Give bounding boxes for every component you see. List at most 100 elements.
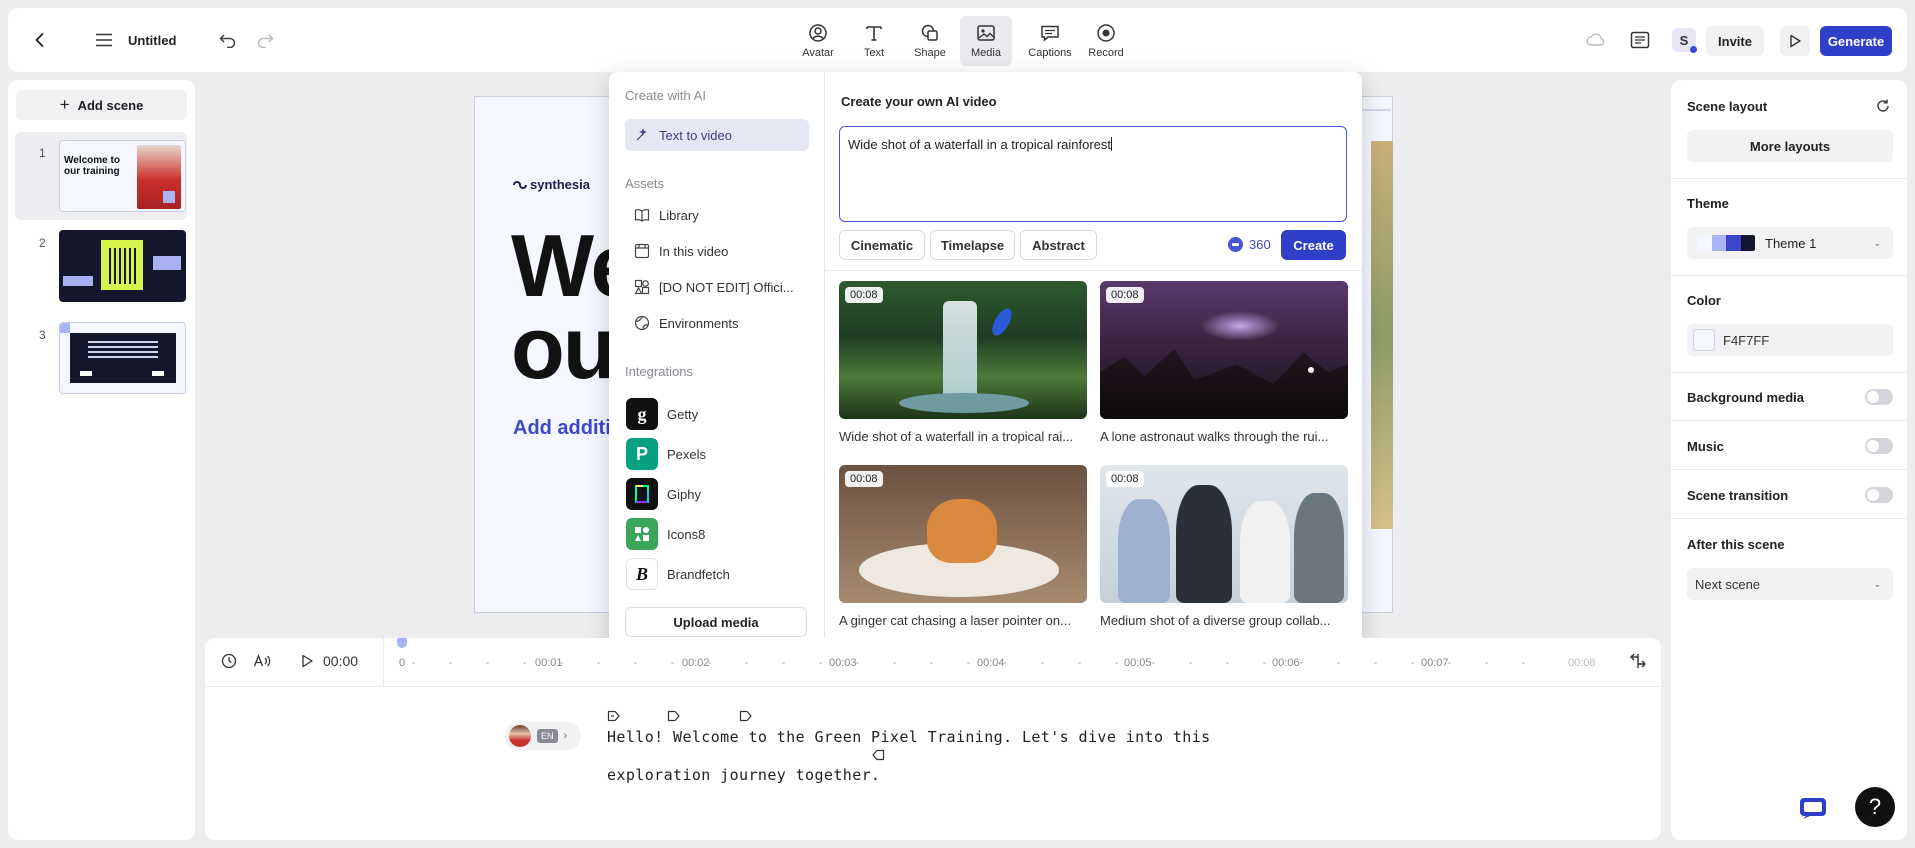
asset-official-folder[interactable]: [DO NOT EDIT] Offici... <box>625 271 809 303</box>
time-tick: 00:04 <box>977 657 1005 669</box>
video-result-caption: A lone astronaut walks through the rui..… <box>1100 429 1329 444</box>
menu-button[interactable] <box>92 28 116 52</box>
video-result-thumbnail[interactable]: 00:08 <box>839 465 1087 603</box>
project-title[interactable]: Untitled <box>128 33 176 48</box>
gesture-marker[interactable] <box>667 710 681 722</box>
reset-layout-button[interactable] <box>1875 98 1893 116</box>
scene-item-3[interactable] <box>59 322 186 394</box>
tool-shape-label: Shape <box>914 47 946 59</box>
tool-media[interactable]: Media <box>960 16 1012 66</box>
ruins <box>1100 348 1348 419</box>
divider <box>1671 178 1907 179</box>
video-result-thumbnail[interactable]: 00:08 <box>1100 281 1348 419</box>
asset-in-this-video[interactable]: In this video <box>625 235 809 267</box>
gesture-marker[interactable] <box>871 749 885 761</box>
chevron-down-icon: ⌄ <box>1873 237 1881 248</box>
person <box>1118 499 1170 603</box>
theme-select[interactable]: Theme 1 ⌄ <box>1687 227 1893 259</box>
integration-brandfetch[interactable]: B Brandfetch <box>626 558 730 590</box>
canvas-subtext[interactable]: Add additio <box>513 417 623 440</box>
brand-kit-icon <box>633 278 651 296</box>
gesture-marker[interactable] <box>607 710 621 722</box>
gesture-marker[interactable] <box>739 710 753 722</box>
time-ruler[interactable]: 0 00:01 00:02 00:03 00:04 00:05 00:06 00… <box>395 638 1605 686</box>
film-icon <box>633 242 651 260</box>
user-avatar[interactable]: S <box>1672 28 1697 53</box>
video-result-thumbnail[interactable]: 00:08 <box>839 281 1087 419</box>
tool-avatar[interactable]: Avatar <box>792 16 844 66</box>
back-button[interactable] <box>28 28 52 52</box>
ai-video-heading: Create your own AI video <box>841 94 997 109</box>
music-toggle[interactable] <box>1865 438 1893 454</box>
after-scene-select[interactable]: Next scene ⌄ <box>1687 568 1893 600</box>
asset-environments[interactable]: Environments <box>625 307 809 339</box>
script-line[interactable]: exploration journey together. <box>607 766 881 784</box>
credit-icon <box>1228 237 1243 252</box>
integration-label: Pexels <box>667 446 707 462</box>
presence-dot <box>1690 46 1697 53</box>
plus-icon: + <box>59 95 70 114</box>
style-chip-cinematic[interactable]: Cinematic <box>839 230 925 260</box>
time-tick: 00:07 <box>1421 657 1449 669</box>
properties-panel: Scene layout More layouts Theme Theme 1 … <box>1671 80 1907 840</box>
playhead[interactable] <box>397 638 407 648</box>
style-chip-abstract[interactable]: Abstract <box>1020 230 1097 260</box>
integration-icons8[interactable]: Icons8 <box>626 518 705 550</box>
scene-layout-title: Scene layout <box>1687 99 1768 114</box>
prompt-input[interactable]: Wide shot of a waterfall in a tropical r… <box>839 126 1347 222</box>
integration-giphy[interactable]: Giphy <box>626 478 701 510</box>
canvas-presenter-image[interactable] <box>1371 141 1393 529</box>
style-chip-timelapse[interactable]: Timelapse <box>930 230 1015 260</box>
tool-avatar-label: Avatar <box>802 47 834 59</box>
help-button[interactable]: ? <box>1855 787 1895 827</box>
integration-pexels[interactable]: P Pexels <box>626 438 706 470</box>
background-media-toggle[interactable] <box>1865 389 1893 405</box>
voice-settings-button[interactable] <box>253 653 271 669</box>
scene-thumbnail[interactable]: Welcome to our training <box>59 140 186 212</box>
generate-button[interactable]: Generate <box>1820 26 1892 56</box>
sync-status <box>1584 28 1608 52</box>
upload-media-button[interactable]: Upload media <box>625 607 807 637</box>
time-tick: 00:05 <box>1124 657 1152 669</box>
timeline-view-button[interactable] <box>1629 652 1647 670</box>
play-button[interactable]: 00:00 <box>301 653 358 669</box>
tool-record[interactable]: Record <box>1080 16 1132 66</box>
presenter-avatar <box>509 725 531 747</box>
brandfetch-logo-icon: B <box>626 558 658 590</box>
tool-text[interactable]: Text <box>848 16 900 66</box>
asset-library[interactable]: Library <box>625 199 809 231</box>
timing-button[interactable] <box>221 653 237 669</box>
text-to-video-item[interactable]: Text to video <box>625 119 809 151</box>
text-icon <box>866 26 882 41</box>
duration-badge: 00:08 <box>1106 471 1144 487</box>
tool-shape[interactable]: Shape <box>904 16 956 66</box>
cat <box>927 499 997 563</box>
add-scene-button[interactable]: + Add scene <box>16 90 187 120</box>
script-line[interactable]: Hello! Welcome to the Green Pixel Traini… <box>607 728 1211 746</box>
script-notes-button[interactable] <box>1626 26 1654 54</box>
integration-getty[interactable]: g Getty <box>626 398 698 430</box>
brand-logo: synthesia <box>513 177 590 192</box>
media-sidebar: Create with AI Text to video Assets Libr… <box>609 72 825 654</box>
thumb-accent <box>60 323 70 333</box>
tool-record-label: Record <box>1088 47 1124 59</box>
avatar-voice-chip[interactable]: EN › <box>505 722 581 750</box>
question-icon: ? <box>1868 794 1882 819</box>
scene-transition-toggle[interactable] <box>1865 487 1893 503</box>
scene-item-2[interactable] <box>59 230 186 302</box>
duration-badge: 00:08 <box>845 471 883 487</box>
redo-button[interactable] <box>253 28 277 52</box>
tool-captions[interactable]: Captions <box>1024 16 1076 66</box>
color-field[interactable]: F4F7FF <box>1687 324 1893 356</box>
undo-button[interactable] <box>216 28 240 52</box>
video-result-thumbnail[interactable]: 00:08 <box>1100 465 1348 603</box>
divider <box>825 270 1362 271</box>
book-icon <box>633 206 651 224</box>
create-button[interactable]: Create <box>1281 230 1346 260</box>
more-layouts-button[interactable]: More layouts <box>1687 130 1893 162</box>
invite-button[interactable]: Invite <box>1706 26 1764 56</box>
chat-button[interactable] <box>1795 790 1831 826</box>
video-result-caption: Wide shot of a waterfall in a tropical r… <box>839 429 1074 444</box>
text-to-video-icon <box>633 126 651 144</box>
preview-button[interactable] <box>1780 26 1810 56</box>
